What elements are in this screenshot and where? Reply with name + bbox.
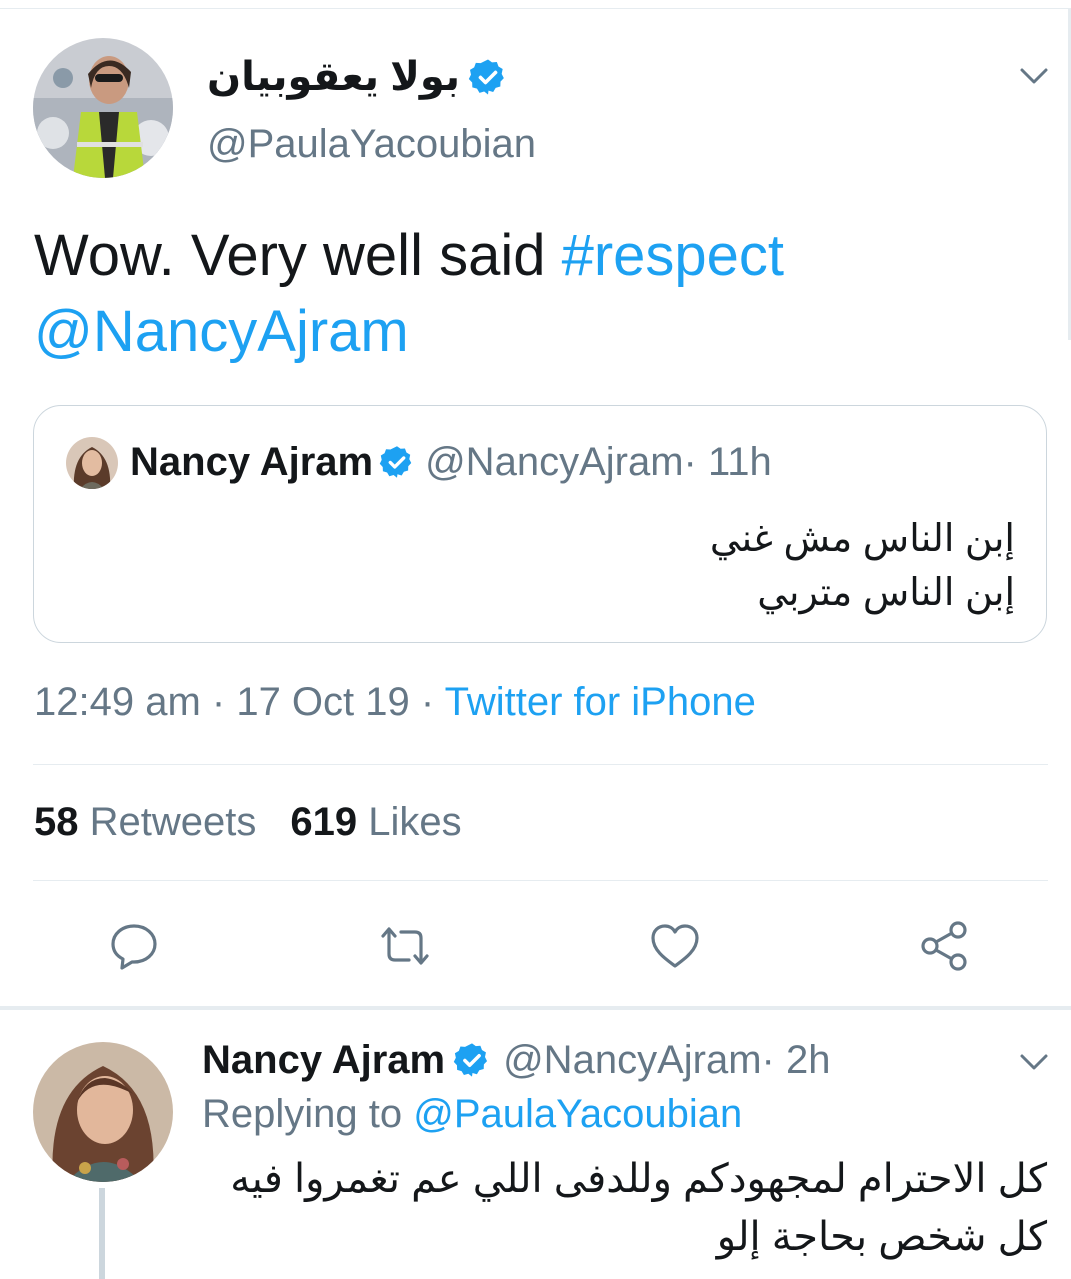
tweet-text-plain: Wow. Very well said (34, 223, 562, 288)
author-name[interactable]: بولا يعقوبيان (207, 54, 460, 100)
hashtag-link[interactable]: #respect (562, 223, 784, 288)
tweet-stats: 58 Retweets 619 Likes (34, 800, 462, 845)
reply-author-handle[interactable]: @NancyAjram (503, 1038, 761, 1083)
quoted-text: إبن الناس مش غني إبن الناس متربي (710, 512, 1015, 620)
quoted-line-1: إبن الناس مش غني (709, 518, 1015, 560)
tweet-text: Wow. Very well said #respect @NancyAjram (34, 218, 1034, 370)
reply-text: كل الاحترام لمجهودكم وللدفى اللي عم تغمر… (230, 1157, 1047, 1259)
quoted-author-name[interactable]: Nancy Ajram (130, 440, 373, 485)
reply-author-name[interactable]: Nancy Ajram (202, 1038, 445, 1083)
tweet-timestamp: 12:49 am · 17 Oct 19 · (34, 680, 445, 724)
retweets-count: 58 (34, 800, 79, 844)
likes-count: 619 (290, 800, 358, 844)
thread-line (99, 1188, 105, 1279)
verified-badge-icon (468, 57, 508, 97)
quoted-line-2: إبن الناس متربي (757, 572, 1015, 614)
divider (33, 880, 1048, 881)
mention-link[interactable]: @NancyAjram (34, 299, 409, 364)
quoted-author-handle[interactable]: @NancyAjram (425, 440, 683, 485)
reply-icon[interactable] (106, 918, 162, 974)
divider (33, 764, 1048, 765)
tweet-meta: 12:49 am · 17 Oct 19 · Twitter for iPhon… (34, 680, 756, 725)
retweets-stat[interactable]: 58 Retweets (34, 800, 256, 844)
like-icon[interactable] (647, 918, 703, 974)
top-divider (0, 0, 1071, 9)
likes-label: Likes (368, 800, 462, 844)
quoted-header: Nancy Ajram @NancyAjram · 11h (130, 438, 772, 486)
quoted-author-avatar (66, 437, 118, 489)
retweets-label: Retweets (89, 800, 257, 844)
replying-to: Replying to @PaulaYacoubian (202, 1092, 742, 1137)
tweet-source-link[interactable]: Twitter for iPhone (445, 680, 756, 724)
reply-header: Nancy Ajram @NancyAjram · 2h (202, 1035, 830, 1085)
share-icon[interactable] (916, 918, 972, 974)
replying-to-label: Replying to (202, 1092, 414, 1136)
author-avatar[interactable] (33, 38, 173, 178)
reply-author-avatar[interactable] (33, 1042, 173, 1182)
retweet-icon[interactable] (375, 918, 431, 974)
reply-time: · 2h (761, 1037, 831, 1082)
chevron-down-icon[interactable] (1016, 62, 1052, 90)
verified-badge-icon (379, 444, 415, 480)
verified-badge-icon (453, 1041, 491, 1079)
chevron-down-icon[interactable] (1016, 1048, 1052, 1076)
likes-stat[interactable]: 619 Likes (290, 800, 461, 844)
author-name-row[interactable]: بولا يعقوبيان (207, 52, 508, 102)
section-divider (0, 1006, 1071, 1010)
author-handle[interactable]: @PaulaYacoubian (207, 122, 536, 167)
quoted-time: · 11h (683, 439, 772, 484)
replying-to-handle[interactable]: @PaulaYacoubian (413, 1092, 742, 1136)
